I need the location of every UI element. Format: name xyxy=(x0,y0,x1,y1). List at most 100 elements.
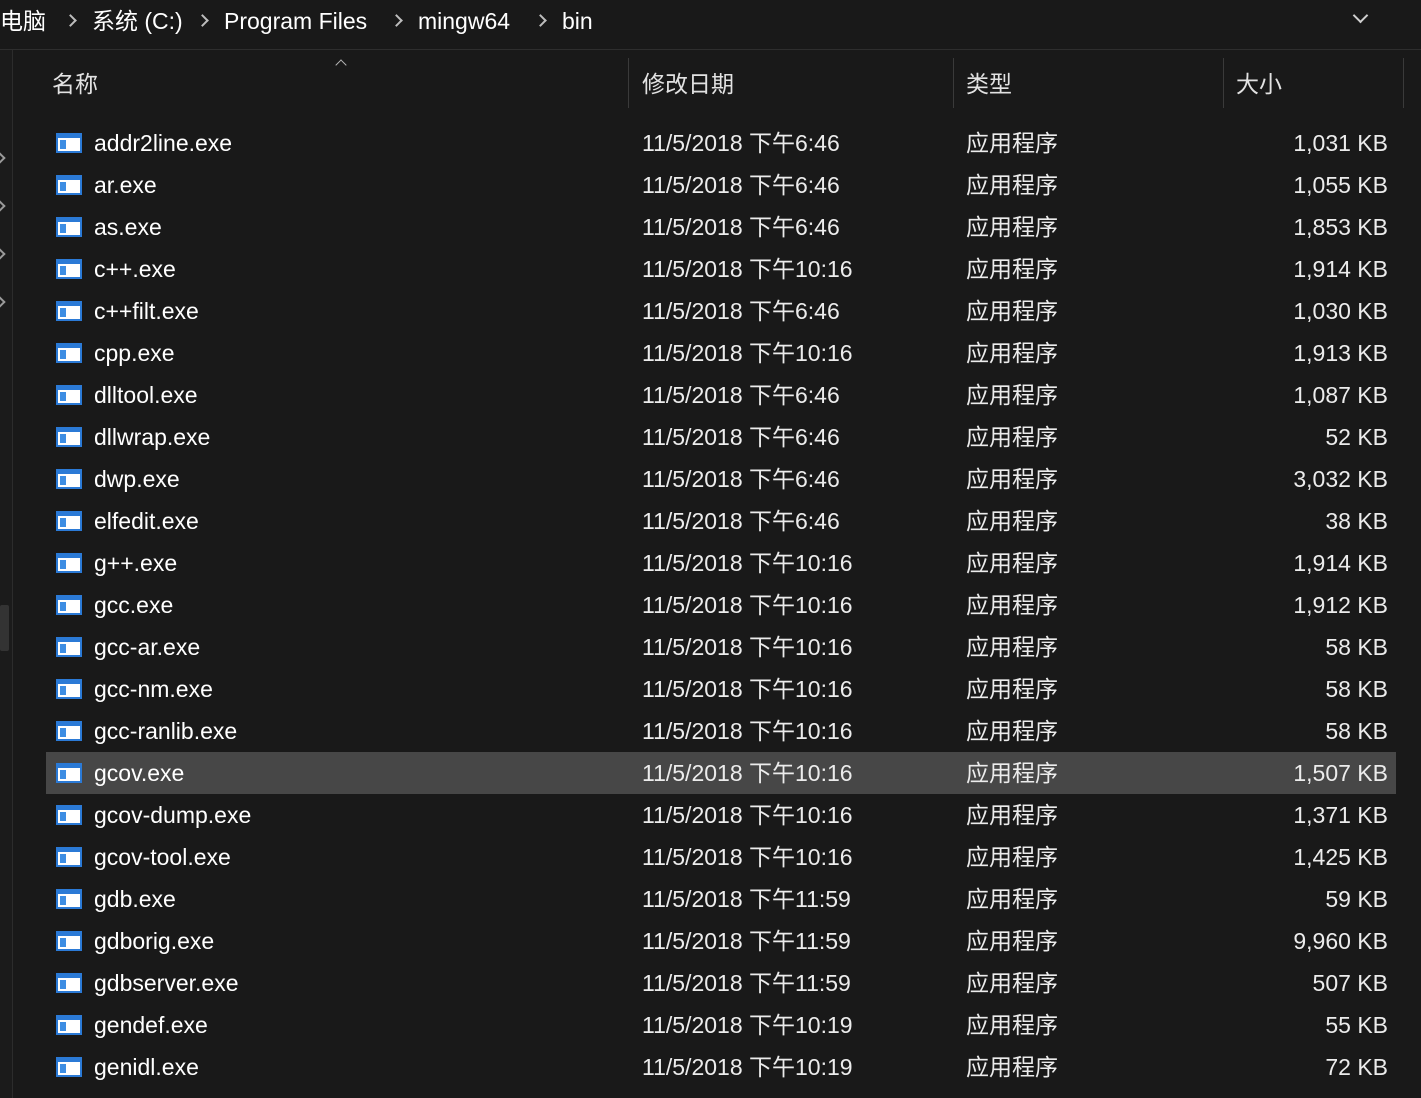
file-modified-date: 11/5/2018 下午10:16 xyxy=(642,634,853,660)
application-icon xyxy=(56,427,82,447)
file-size: 1,055 KB xyxy=(1293,172,1388,198)
file-modified-date: 11/5/2018 下午11:59 xyxy=(642,928,851,954)
application-icon xyxy=(56,763,82,783)
file-row[interactable]: gcov-dump.exe 11/5/2018 下午10:16 应用程序 1,371 … xyxy=(46,794,1396,836)
file-name: cpp.exe xyxy=(94,340,175,366)
breadcrumb-item-mingw64[interactable]: mingw64 xyxy=(418,0,510,42)
file-row[interactable]: gcov.exe 11/5/2018 下午10:16 应用程序 1,507 KB xyxy=(46,752,1396,794)
file-size: 1,371 KB xyxy=(1293,802,1388,828)
file-row[interactable]: c++.exe 11/5/2018 下午10:16 应用程序 1,914 KB xyxy=(46,248,1396,290)
file-row[interactable]: dllwrap.exe 11/5/2018 下午6:46 应用程序 52 KB xyxy=(46,416,1396,458)
chevron-right-icon[interactable] xyxy=(196,14,209,27)
file-modified-date: 11/5/2018 下午11:59 xyxy=(642,970,851,996)
application-icon xyxy=(56,595,82,615)
file-type: 应用程序 xyxy=(966,508,1058,534)
breadcrumb-item-this-pc[interactable]: 电脑 xyxy=(0,0,46,42)
file-modified-date: 11/5/2018 下午10:16 xyxy=(642,256,853,282)
column-header-name[interactable]: 名称 xyxy=(52,58,98,110)
file-modified-date: 11/5/2018 下午6:46 xyxy=(642,466,840,492)
file-modified-date: 11/5/2018 下午6:46 xyxy=(642,130,840,156)
file-row[interactable]: elfedit.exe 11/5/2018 下午6:46 应用程序 38 KB xyxy=(46,500,1396,542)
file-modified-date: 11/5/2018 下午11:59 xyxy=(642,886,851,912)
file-size: 58 KB xyxy=(1325,676,1388,702)
file-type: 应用程序 xyxy=(966,886,1058,912)
application-icon xyxy=(56,133,82,153)
application-icon xyxy=(56,301,82,321)
file-size: 55 KB xyxy=(1325,1012,1388,1038)
nav-scrollbar-thumb[interactable] xyxy=(0,605,9,651)
file-type: 应用程序 xyxy=(966,550,1058,576)
file-type: 应用程序 xyxy=(966,172,1058,198)
file-type: 应用程序 xyxy=(966,592,1058,618)
file-type: 应用程序 xyxy=(966,1054,1058,1080)
breadcrumb-item-drive-c[interactable]: 系统 (C:) xyxy=(92,0,183,42)
breadcrumb-item-program-files[interactable]: Program Files xyxy=(224,0,367,42)
application-icon xyxy=(56,931,82,951)
file-name: gcc.exe xyxy=(94,592,174,618)
application-icon xyxy=(56,847,82,867)
column-resize-handle[interactable] xyxy=(1403,58,1404,108)
file-modified-date: 11/5/2018 下午10:16 xyxy=(642,760,853,786)
file-modified-date: 11/5/2018 下午10:19 xyxy=(642,1012,853,1038)
application-icon xyxy=(56,805,82,825)
breadcrumb-item-bin[interactable]: bin xyxy=(562,0,593,42)
application-icon xyxy=(56,343,82,363)
file-modified-date: 11/5/2018 下午6:46 xyxy=(642,298,840,324)
file-size: 1,853 KB xyxy=(1293,214,1388,240)
file-row[interactable]: gdb.exe 11/5/2018 下午11:59 应用程序 59 KB xyxy=(46,878,1396,920)
file-row[interactable]: gcov-tool.exe 11/5/2018 下午10:16 应用程序 1,425 … xyxy=(46,836,1396,878)
file-row[interactable]: cpp.exe 11/5/2018 下午10:16 应用程序 1,913 KB xyxy=(46,332,1396,374)
address-bar[interactable]: 电脑 系统 (C:) Program Files mingw64 bin xyxy=(0,0,1421,50)
nav-expand-chevron-icon[interactable] xyxy=(0,248,6,260)
chevron-down-icon[interactable] xyxy=(1352,7,1369,24)
file-list: addr2line.exe 11/5/2018 下午6:46 应用程序 1,031 K… xyxy=(46,122,1396,1098)
file-row[interactable]: as.exe 11/5/2018 下午6:46 应用程序 1,853 KB xyxy=(46,206,1396,248)
file-row[interactable]: g++.exe 11/5/2018 下午10:16 应用程序 1,914 KB xyxy=(46,542,1396,584)
column-header-modified[interactable]: 修改日期 xyxy=(642,58,734,110)
chevron-right-icon[interactable] xyxy=(534,14,547,27)
file-size: 72 KB xyxy=(1325,1054,1388,1080)
column-header-type[interactable]: 类型 xyxy=(966,58,1012,110)
file-modified-date: 11/5/2018 下午10:16 xyxy=(642,718,853,744)
file-type: 应用程序 xyxy=(966,424,1058,450)
file-row[interactable]: addr2line.exe 11/5/2018 下午6:46 应用程序 1,031 K… xyxy=(46,122,1396,164)
nav-expand-chevron-icon[interactable] xyxy=(0,296,6,308)
file-type: 应用程序 xyxy=(966,340,1058,366)
application-icon xyxy=(56,469,82,489)
chevron-right-icon[interactable] xyxy=(64,14,77,27)
application-icon xyxy=(56,217,82,237)
file-type: 应用程序 xyxy=(966,928,1058,954)
file-name: dlltool.exe xyxy=(94,382,198,408)
column-resize-handle[interactable] xyxy=(1223,58,1224,108)
file-type: 应用程序 xyxy=(966,298,1058,324)
file-row[interactable]: gcc.exe 11/5/2018 下午10:16 应用程序 1,912 KB xyxy=(46,584,1396,626)
file-row[interactable]: gcc-ranlib.exe 11/5/2018 下午10:16 应用程序 58 KB xyxy=(46,710,1396,752)
file-row[interactable]: gcc-nm.exe 11/5/2018 下午10:16 应用程序 58 KB xyxy=(46,668,1396,710)
file-name: gdbserver.exe xyxy=(94,970,239,996)
chevron-right-icon[interactable] xyxy=(390,14,403,27)
column-header-size[interactable]: 大小 xyxy=(1236,58,1282,110)
column-resize-handle[interactable] xyxy=(628,58,629,108)
file-row[interactable]: gdbserver.exe 11/5/2018 下午11:59 应用程序 507 KB xyxy=(46,962,1396,1004)
nav-expand-chevron-icon[interactable] xyxy=(0,152,6,164)
navigation-pane[interactable] xyxy=(0,50,13,1098)
application-icon xyxy=(56,511,82,531)
application-icon xyxy=(56,175,82,195)
file-name: genidl.exe xyxy=(94,1054,199,1080)
application-icon xyxy=(56,889,82,909)
file-modified-date: 11/5/2018 下午10:16 xyxy=(642,676,853,702)
file-type: 应用程序 xyxy=(966,844,1058,870)
column-resize-handle[interactable] xyxy=(953,58,954,108)
file-row[interactable]: dwp.exe 11/5/2018 下午6:46 应用程序 3,032 KB xyxy=(46,458,1396,500)
nav-expand-chevron-icon[interactable] xyxy=(0,200,6,212)
file-type: 应用程序 xyxy=(966,718,1058,744)
file-size: 3,032 KB xyxy=(1293,466,1388,492)
file-row[interactable]: gendef.exe 11/5/2018 下午10:19 应用程序 55 KB xyxy=(46,1004,1396,1046)
file-modified-date: 11/5/2018 下午10:19 xyxy=(642,1054,853,1080)
file-row[interactable]: genidl.exe 11/5/2018 下午10:19 应用程序 72 KB xyxy=(46,1046,1396,1088)
file-row[interactable]: ar.exe 11/5/2018 下午6:46 应用程序 1,055 KB xyxy=(46,164,1396,206)
file-row[interactable]: gdborig.exe 11/5/2018 下午11:59 应用程序 9,960 KB xyxy=(46,920,1396,962)
file-row[interactable]: c++filt.exe 11/5/2018 下午6:46 应用程序 1,030 KB xyxy=(46,290,1396,332)
file-row[interactable]: dlltool.exe 11/5/2018 下午6:46 应用程序 1,087 KB xyxy=(46,374,1396,416)
file-row[interactable]: gcc-ar.exe 11/5/2018 下午10:16 应用程序 58 KB xyxy=(46,626,1396,668)
